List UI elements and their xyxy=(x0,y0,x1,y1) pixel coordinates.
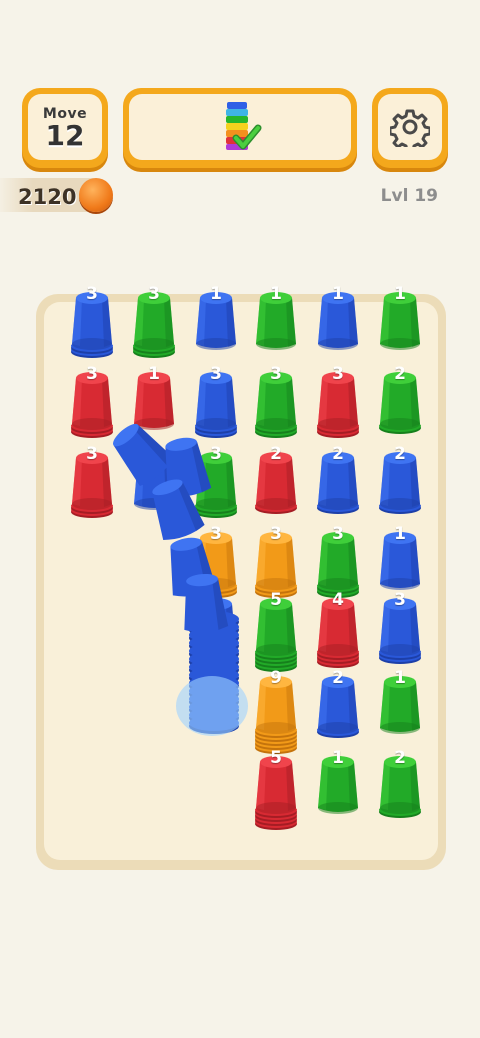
cup-stack-red[interactable]: 5 xyxy=(248,748,304,830)
stack-count: 1 xyxy=(332,748,344,768)
cup-stack-red[interactable]: 2 xyxy=(248,444,304,518)
stack-count: 3 xyxy=(332,364,344,384)
stack-count: 9 xyxy=(270,668,282,688)
cup-stack-green[interactable]: 3 xyxy=(188,444,244,518)
stack-count: 1 xyxy=(270,284,282,304)
stack-count: 1 xyxy=(148,364,160,384)
cup-stack-red[interactable]: 3 xyxy=(64,364,120,438)
stack-count: 4 xyxy=(332,590,344,610)
stack-count: 5 xyxy=(270,590,282,610)
cup-stack-green[interactable]: 3 xyxy=(126,284,182,358)
stack-count: 3 xyxy=(86,444,98,464)
cup-stack-blue[interactable]: 2 xyxy=(310,444,366,518)
stack-count: 1 xyxy=(394,284,406,304)
stack-count: 3 xyxy=(270,364,282,384)
stack-count: 1 xyxy=(394,668,406,688)
stack-count: 2 xyxy=(394,364,406,384)
stack-count: 3 xyxy=(210,524,222,544)
stack-count: 2 xyxy=(332,444,344,464)
stack-count: 3 xyxy=(86,284,98,304)
cup-stack-green[interactable]: 2 xyxy=(372,748,428,822)
stack-count: 3 xyxy=(270,524,282,544)
cup-stack-green[interactable]: 2 xyxy=(372,364,428,438)
move-value: 12 xyxy=(45,119,85,152)
stack-count: 1 xyxy=(332,284,344,304)
cup-stack-blue[interactable] xyxy=(188,594,244,664)
coin-icon xyxy=(79,178,113,212)
cup-stack-green[interactable]: 3 xyxy=(248,364,304,438)
stack-count: 3 xyxy=(332,524,344,544)
cup-stack-green[interactable]: 1 xyxy=(372,668,428,742)
goal-panel xyxy=(123,88,357,168)
cup-stack-blue[interactable]: 2 xyxy=(310,668,366,742)
cup-stack-blue[interactable]: 1 xyxy=(188,284,244,358)
cup-stack-green[interactable]: 3 xyxy=(310,524,366,598)
cup-stack-blue[interactable]: 1 xyxy=(372,524,428,598)
stack-count: 5 xyxy=(270,748,282,768)
stack-count: 3 xyxy=(210,444,222,464)
stack-count: 3 xyxy=(148,284,160,304)
cup-stack-blue[interactable]: 3 xyxy=(372,590,428,664)
cup-stack-green[interactable]: 1 xyxy=(248,284,304,358)
cup-stack-orange[interactable]: 3 xyxy=(248,524,304,598)
cup-stack-green[interactable]: 1 xyxy=(310,748,366,822)
cup-stack-green[interactable]: 5 xyxy=(248,590,304,672)
stack-count: 3 xyxy=(86,364,98,384)
level-indicator: Lvl 19 xyxy=(380,186,438,206)
coin-count: 2120 xyxy=(18,185,77,209)
cup-stack-red[interactable]: 1 xyxy=(126,364,182,438)
stack-count: 1 xyxy=(210,284,222,304)
cup-stack-orange[interactable]: 9 xyxy=(248,668,304,754)
stack-count: 2 xyxy=(270,444,282,464)
settings-button[interactable] xyxy=(372,88,448,168)
cup-stack-blue[interactable] xyxy=(188,672,244,742)
stack-count: 1 xyxy=(394,524,406,544)
stack-count: 3 xyxy=(210,364,222,384)
cup-stack-red[interactable]: 4 xyxy=(310,590,366,668)
stack-count: 2 xyxy=(394,444,406,464)
cup-stack-blue[interactable]: 3 xyxy=(188,364,244,438)
cup-stack-blue[interactable] xyxy=(126,448,182,518)
cup-stack-blue[interactable]: 2 xyxy=(372,444,428,518)
cup-stack-orange[interactable]: 3 xyxy=(188,524,244,598)
move-counter: Move 12 xyxy=(22,88,108,168)
cup-stack-blue[interactable]: 3 xyxy=(64,284,120,358)
stack-count: 2 xyxy=(394,748,406,768)
cup-stack-red[interactable]: 3 xyxy=(64,444,120,518)
cup-stack-red[interactable]: 3 xyxy=(310,364,366,438)
stack-count: 3 xyxy=(394,590,406,610)
cup-stack-blue[interactable]: 1 xyxy=(310,284,366,358)
gear-icon xyxy=(390,109,430,147)
rainbow-cup-stack-check-icon xyxy=(226,102,262,150)
cup-stack-green[interactable]: 1 xyxy=(372,284,428,358)
stack-count: 2 xyxy=(332,668,344,688)
